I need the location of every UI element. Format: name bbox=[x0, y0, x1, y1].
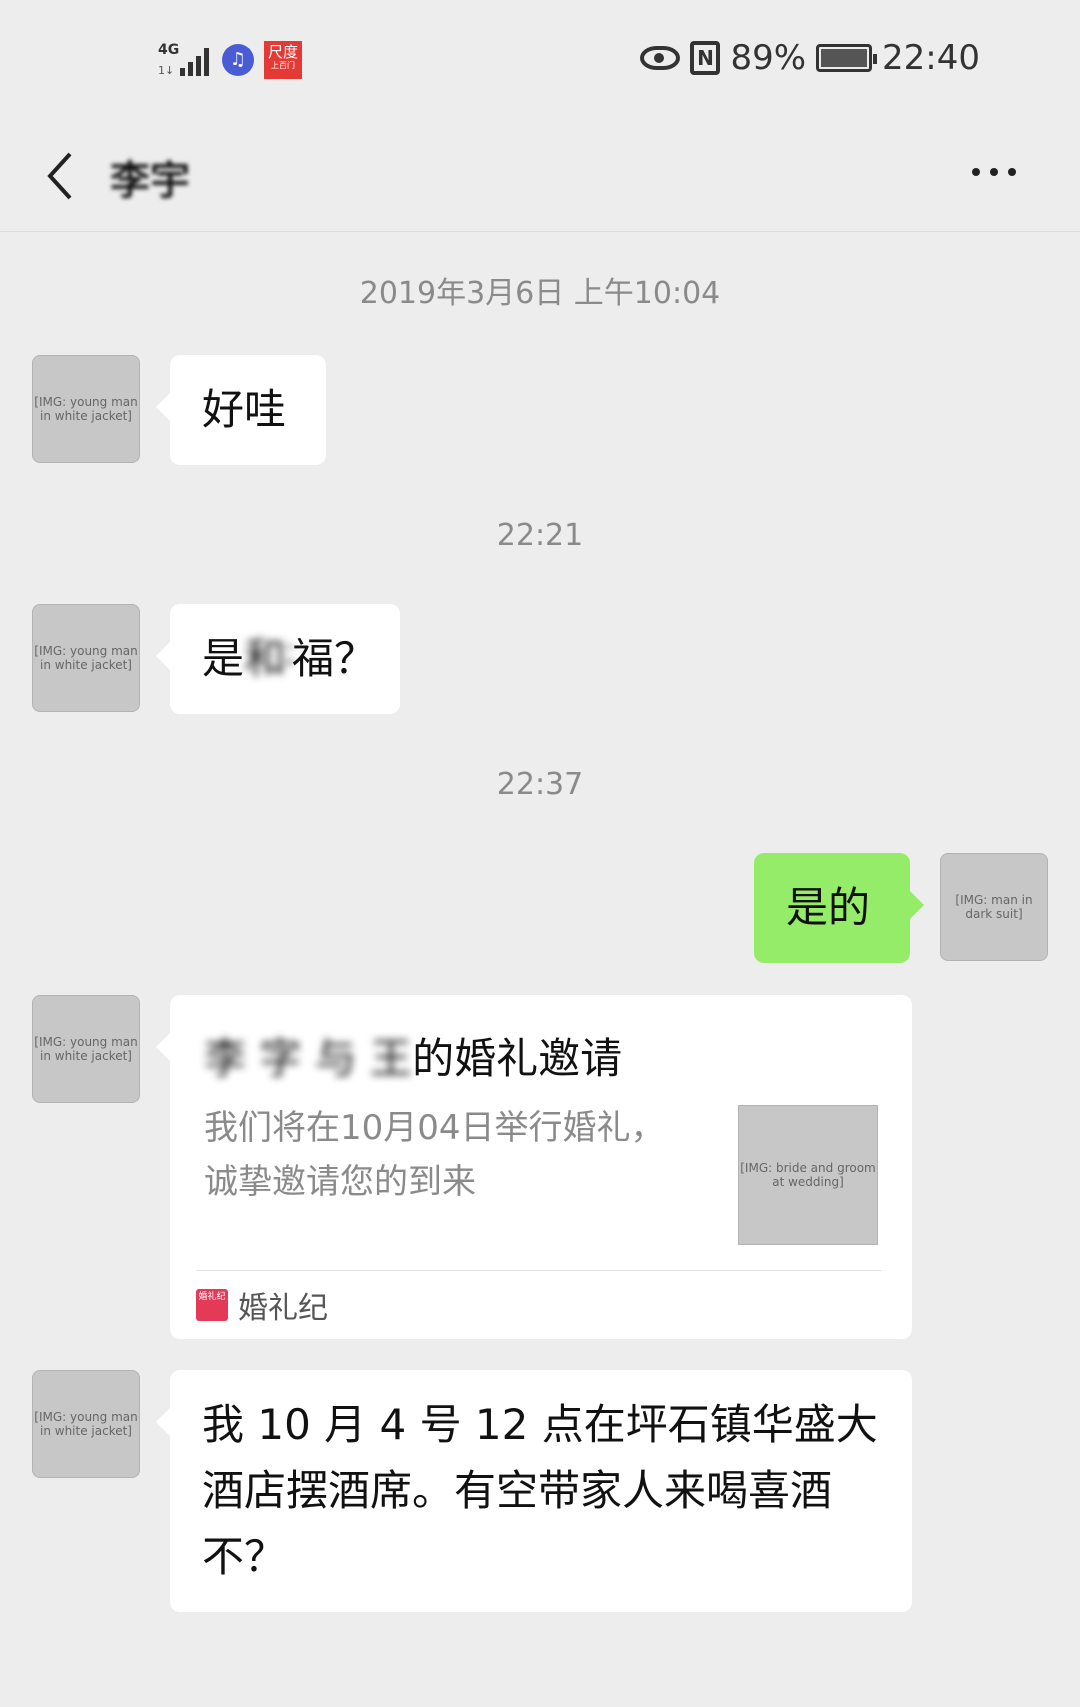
redacted-names: 李 字 与 王 bbox=[204, 1034, 413, 1083]
chat-header: 李宇 bbox=[0, 120, 1080, 232]
timestamp: 22:37 bbox=[496, 767, 584, 802]
status-left: 4G 1↓ ♫ 尺度 上百门 bbox=[156, 40, 302, 80]
network-type: 4G bbox=[158, 42, 180, 58]
status-right: N 89% 22:40 bbox=[640, 38, 980, 78]
message-text: 是 bbox=[202, 634, 245, 683]
avatar[interactable]: [IMG: young man in white jacket] bbox=[32, 604, 140, 712]
message-text: 是的 bbox=[786, 883, 871, 932]
avatar-self[interactable]: [IMG: man in dark suit] bbox=[940, 853, 1048, 961]
card-title: 李 字 与 王的婚礼邀请 bbox=[204, 1025, 622, 1086]
message-bubble[interactable]: 我 10 月 4 号 12 点在坪石镇华盛大酒店摆酒席。有空带家人来喝喜酒不？ bbox=[156, 1370, 912, 1612]
timestamp: 2019年3月6日 上午10:04 bbox=[359, 276, 721, 311]
wedding-invitation-card[interactable]: 李 字 与 王的婚礼邀请 我们将在10月04日举行婚礼，诚挚邀请您的到来 [IM… bbox=[156, 995, 912, 1339]
card-source-name: 婚礼纪 bbox=[238, 1291, 328, 1326]
battery-icon bbox=[816, 44, 878, 72]
baidu-app-icon: 尺度 上百门 bbox=[264, 41, 302, 79]
avatar[interactable]: [IMG: young man in white jacket] bbox=[32, 1370, 140, 1478]
avatar[interactable]: [IMG: young man in white jacket] bbox=[32, 995, 140, 1103]
divider bbox=[196, 1270, 882, 1271]
signal-icon: 4G 1↓ bbox=[156, 40, 212, 80]
timestamp: 22:21 bbox=[496, 518, 584, 553]
chat-title: 李宇 bbox=[110, 158, 190, 204]
card-description: 我们将在10月04日举行婚礼，诚挚邀请您的到来 bbox=[204, 1108, 665, 1202]
card-title-text: 的婚礼邀请 bbox=[412, 1034, 623, 1083]
message-text-tail: 福？ bbox=[292, 634, 377, 683]
message-text: 好哇 bbox=[202, 385, 287, 434]
eye-icon bbox=[640, 46, 681, 70]
status-bar: 4G 1↓ ♫ 尺度 上百门 N 89% 22:40 bbox=[0, 0, 1080, 120]
music-app-icon: ♫ bbox=[222, 44, 254, 76]
status-time: 22:40 bbox=[882, 38, 980, 78]
redacted-text: 和福 bbox=[244, 634, 292, 683]
battery-percent: 89% bbox=[730, 38, 807, 78]
avatar[interactable]: [IMG: young man in white jacket] bbox=[32, 355, 140, 463]
hunlianji-app-icon: 婚礼纪 bbox=[196, 1289, 228, 1321]
card-source: 婚礼纪 婚礼纪 bbox=[196, 1280, 328, 1330]
chevron-left-icon[interactable] bbox=[42, 148, 82, 204]
message-bubble-outgoing[interactable]: 是的 bbox=[754, 853, 924, 963]
more-icon[interactable] bbox=[972, 160, 1028, 184]
card-thumbnail: [IMG: bride and groom at wedding] bbox=[738, 1105, 878, 1245]
nfc-icon: N bbox=[690, 41, 721, 75]
message-bubble[interactable]: 是和福福？ bbox=[156, 604, 400, 714]
message-bubble[interactable]: 好哇 bbox=[156, 355, 326, 465]
message-text: 我 10 月 4 号 12 点在坪石镇华盛大酒店摆酒席。有空带家人来喝喜酒不？ bbox=[202, 1400, 878, 1581]
